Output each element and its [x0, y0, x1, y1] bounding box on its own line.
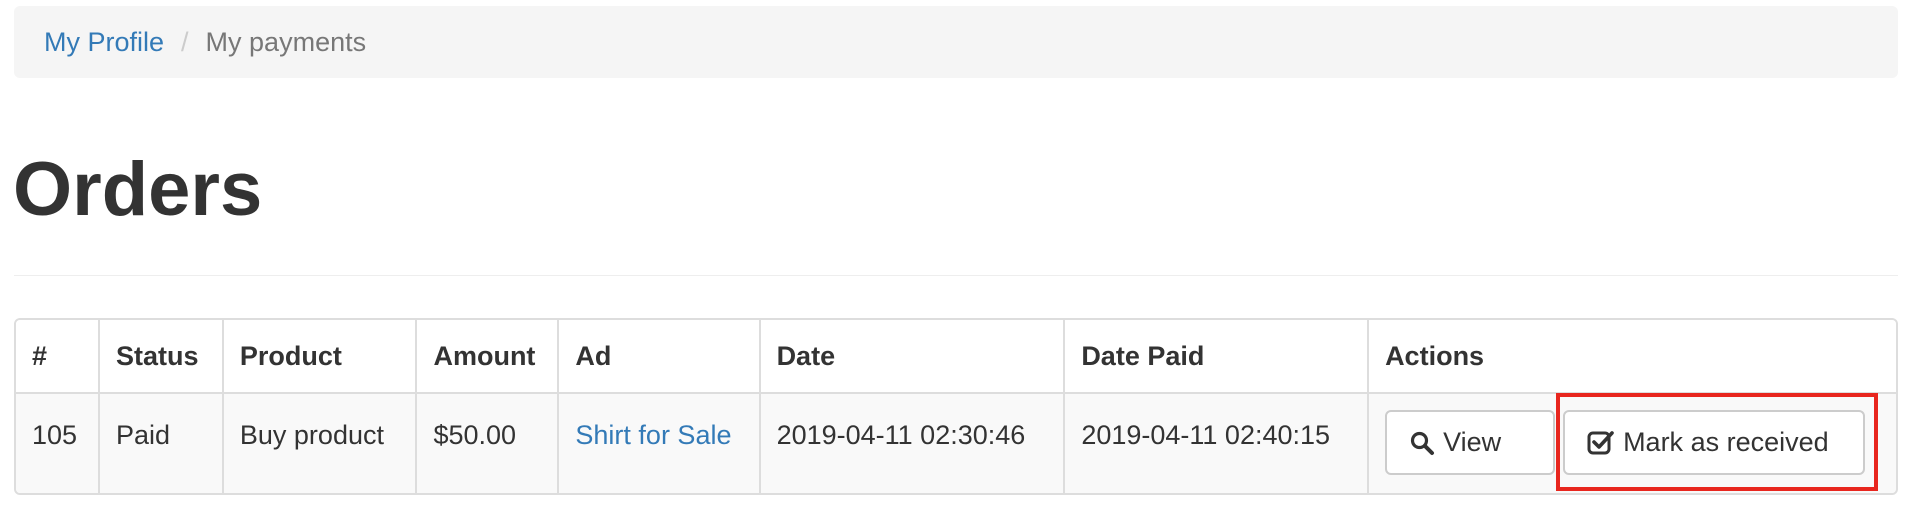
search-icon — [1409, 430, 1435, 456]
cell-order-id: 105 — [16, 393, 99, 493]
orders-table-container: # Status Product Amount Ad Date Date Pai… — [14, 318, 1898, 495]
orders-table: # Status Product Amount Ad Date Date Pai… — [16, 320, 1896, 493]
column-header-status: Status — [97, 320, 223, 394]
cell-product: Buy product — [221, 393, 417, 493]
page-title: Orders — [13, 147, 263, 232]
table-row: 105 Paid Buy product $50.00 Shirt for Sa… — [16, 393, 1896, 493]
cell-date: 2019-04-11 02:30:46 — [758, 393, 1065, 493]
breadcrumb-current-my-payments: My payments — [205, 26, 367, 57]
column-header-number: # — [16, 320, 99, 394]
column-header-actions: Actions — [1367, 320, 1896, 394]
page: My Profile / My payments Orders # Status — [0, 0, 1912, 530]
check-square-icon — [1587, 429, 1615, 457]
ad-link-shirt-for-sale[interactable]: Shirt for Sale — [575, 420, 731, 450]
breadcrumb-link-my-profile[interactable]: My Profile — [44, 27, 164, 58]
mark-as-received-button[interactable]: Mark as received — [1563, 410, 1866, 475]
column-header-ad: Ad — [557, 320, 760, 394]
column-header-product: Product — [221, 320, 417, 394]
mark-as-received-button-label: Mark as received — [1623, 427, 1829, 457]
cell-status: Paid — [97, 393, 223, 493]
column-header-date: Date — [758, 320, 1065, 394]
column-header-date-paid: Date Paid — [1063, 320, 1369, 394]
title-divider — [14, 275, 1898, 276]
column-header-amount: Amount — [415, 320, 559, 394]
cell-date-paid: 2019-04-11 02:40:15 — [1063, 393, 1369, 493]
cell-actions: View Mark as received — [1367, 393, 1896, 493]
table-header-row: # Status Product Amount Ad Date Date Pai… — [16, 320, 1896, 394]
breadcrumb-separator: / — [181, 26, 189, 57]
cell-amount: $50.00 — [415, 393, 559, 493]
breadcrumb: My Profile / My payments — [14, 6, 1898, 78]
view-button-label: View — [1443, 427, 1502, 457]
view-button[interactable]: View — [1385, 410, 1556, 475]
cell-ad: Shirt for Sale — [557, 393, 760, 493]
